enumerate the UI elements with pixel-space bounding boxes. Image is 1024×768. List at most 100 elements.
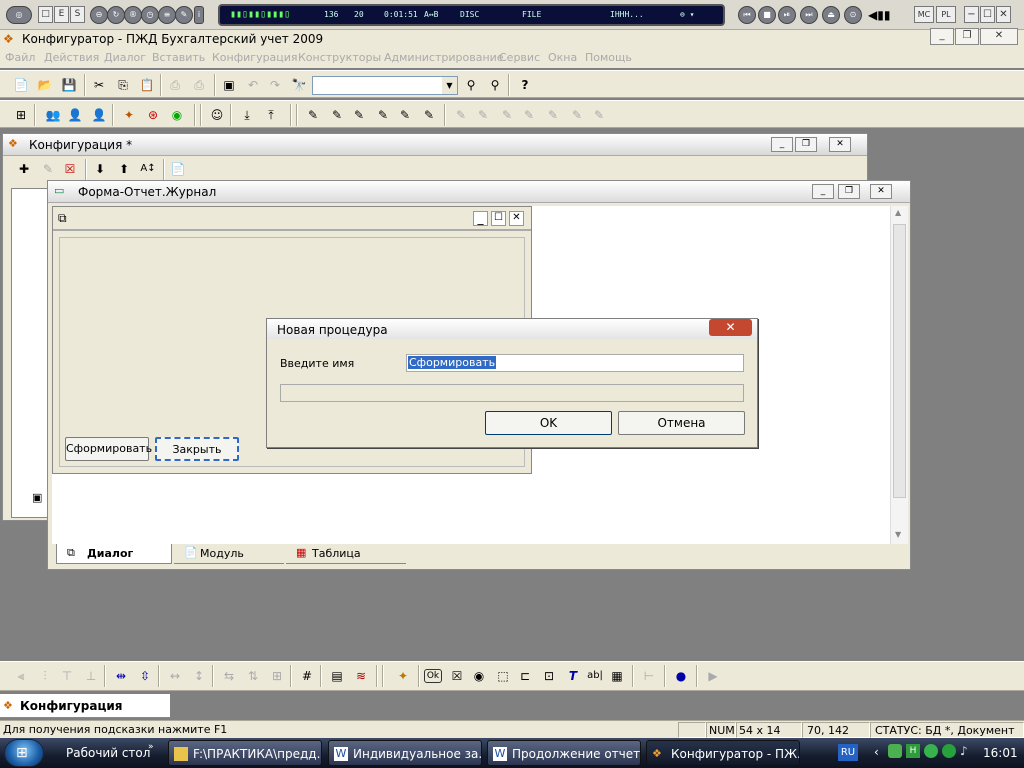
constructor-icon-1[interactable]: ✎ (304, 106, 322, 124)
start-button[interactable]: ⊞ (4, 739, 44, 767)
constructor-icon-10[interactable]: ✎ (520, 106, 538, 124)
tray-app-icon-3[interactable] (924, 744, 938, 758)
same-width-icon[interactable]: ↔ (166, 667, 184, 685)
volume-tray-icon[interactable]: ♪ (960, 744, 974, 758)
menu-dialog[interactable]: Диалог (104, 51, 146, 64)
form-vertical-scrollbar[interactable]: ▲ ▼ (890, 206, 908, 544)
repeat-icon[interactable]: ↻ (107, 6, 125, 24)
app-restore-button[interactable]: ❐ (955, 28, 979, 45)
open-file-icon[interactable]: 📂 (36, 76, 54, 94)
align-bottom-icon[interactable]: ⊥ (82, 667, 100, 685)
task-word-2[interactable]: W Продолжение отчет... (487, 740, 641, 766)
redo-icon[interactable]: ↷ (266, 76, 284, 94)
align-top-icon[interactable]: ⊤ (58, 667, 76, 685)
language-indicator[interactable]: RU (838, 744, 858, 761)
tray-app-icon-4[interactable] (942, 744, 956, 758)
next-track-icon[interactable]: ⏭ (800, 6, 818, 24)
pen-icon[interactable]: ✎ (175, 6, 193, 24)
sort-icon[interactable]: A↕ (139, 160, 157, 178)
player-mode-button-2[interactable]: E (54, 6, 69, 23)
form-close-button[interactable]: ✕ (870, 184, 892, 199)
tree-tool-icon[interactable]: ⊢ (640, 667, 658, 685)
user-rights-icon[interactable]: 👤 (90, 106, 108, 124)
wizard-icon[interactable]: ✦ (120, 106, 138, 124)
player-mode-button-3[interactable]: S (70, 6, 85, 23)
mc-button[interactable]: MC (914, 6, 934, 23)
dialog-ok-button[interactable]: OK (485, 411, 612, 435)
timer-icon[interactable]: ◷ (141, 6, 159, 24)
delete-object-icon[interactable]: ☒ (61, 160, 79, 178)
edit-object-icon[interactable]: ✎ (39, 160, 57, 178)
form-generate-button[interactable]: Сформировать (65, 437, 152, 461)
constructor-icon-5[interactable]: ✎ (396, 106, 414, 124)
space-horizontal-icon[interactable]: ⇆ (220, 667, 238, 685)
info-icon[interactable]: i (194, 6, 204, 24)
export-icon[interactable]: ⤒ (262, 106, 280, 124)
dialog-cancel-button[interactable]: Отмена (618, 411, 745, 435)
pointer-tool-icon[interactable]: ✦ (394, 667, 412, 685)
config-minimize-button[interactable]: _ (771, 137, 793, 152)
radio-tool-icon[interactable]: ◉ (470, 667, 488, 685)
find-prev-icon[interactable]: ⚲ (486, 76, 504, 94)
procedure-name-input[interactable]: Сформировать (406, 354, 744, 372)
button-tool-icon[interactable]: Ok (424, 669, 442, 683)
ab-repeat[interactable]: A↔B (424, 10, 438, 19)
new-object-icon[interactable]: ✚ (15, 160, 33, 178)
app-close-button[interactable]: ✕ (980, 28, 1018, 45)
constructor-icon-6[interactable]: ✎ (420, 106, 438, 124)
import-icon[interactable]: ⤓ (238, 106, 256, 124)
same-height-icon[interactable]: ↕ (190, 667, 208, 685)
list-tool-icon[interactable]: ⊡ (540, 667, 558, 685)
clock[interactable]: 16:01 (983, 746, 1018, 760)
save-icon[interactable]: 💾 (60, 76, 78, 94)
checkbox-tool-icon[interactable]: ☒ (448, 667, 466, 685)
print-icon[interactable]: ⎙ (166, 76, 184, 94)
config-tree-icon[interactable]: ⊞ (12, 106, 30, 124)
design-minimize-icon[interactable]: _ (473, 211, 488, 226)
toolbar-chevron-icon[interactable]: » (148, 742, 154, 752)
task-word-1[interactable]: W Индивидуальное за... (328, 740, 482, 766)
tray-app-icon-2[interactable]: H (906, 744, 920, 758)
combo-tool-icon[interactable]: ⊏ (516, 667, 534, 685)
tab-order-icon[interactable]: ▤ (328, 667, 346, 685)
menu-actions[interactable]: Действия (44, 51, 99, 64)
debug-icon[interactable]: ⊛ (144, 106, 162, 124)
constructor-icon-4[interactable]: ✎ (374, 106, 392, 124)
tray-app-icon-1[interactable] (888, 744, 902, 758)
tray-expand-icon[interactable]: ‹ (874, 745, 879, 759)
find-icon[interactable]: 🔭 (290, 76, 308, 94)
config-tree[interactable]: ▣ (11, 188, 51, 518)
config-restore-button[interactable]: ❐ (795, 137, 817, 152)
stop-icon[interactable]: ■ (758, 6, 776, 24)
space-vertical-icon[interactable]: ⇅ (244, 667, 262, 685)
design-maximize-icon[interactable]: ☐ (491, 211, 506, 226)
grid-icon[interactable]: # (298, 667, 316, 685)
task-explorer[interactable]: F:\ПРАКТИКА\предд... (168, 740, 322, 766)
menu-insert[interactable]: Вставить (152, 51, 205, 64)
pl-button[interactable]: PL (936, 6, 956, 23)
print-preview-icon[interactable]: ⎙ (190, 76, 208, 94)
tab-module[interactable]: 📄 Модуль (174, 544, 284, 564)
player-mode-button-1[interactable]: □ (38, 6, 53, 23)
scroll-thumb[interactable] (893, 224, 906, 498)
properties-tool-icon[interactable]: ▶ (704, 667, 722, 685)
frame-tool-icon[interactable]: ⬚ (494, 667, 512, 685)
volume-slider-icon[interactable]: ◀▮▮ (868, 8, 890, 22)
monitor-icon[interactable]: ☺ (208, 106, 226, 124)
search-combo[interactable]: ▼ (312, 76, 458, 95)
paste-icon[interactable]: 📋 (138, 76, 156, 94)
copy-icon[interactable]: ⎘ (114, 76, 132, 94)
equalizer-icon[interactable]: ≡ (158, 6, 176, 24)
scroll-up-icon[interactable]: ▲ (895, 208, 901, 217)
design-close-icon[interactable]: ✕ (509, 211, 524, 226)
dialog-close-icon[interactable]: ✕ (709, 319, 752, 336)
constructor-icon-11[interactable]: ✎ (544, 106, 562, 124)
menu-help[interactable]: Помощь (585, 51, 632, 64)
desktop-toolbar-label[interactable]: Рабочий стол (66, 746, 150, 760)
constructor-icon-8[interactable]: ✎ (474, 106, 492, 124)
player-minimize-icon[interactable]: − (964, 6, 979, 23)
app-minimize-button[interactable]: _ (930, 28, 954, 45)
table-tool-icon[interactable]: ▦ (608, 667, 626, 685)
menu-service[interactable]: Сервис (499, 51, 540, 64)
menu-administration[interactable]: Администрирование (384, 51, 504, 64)
